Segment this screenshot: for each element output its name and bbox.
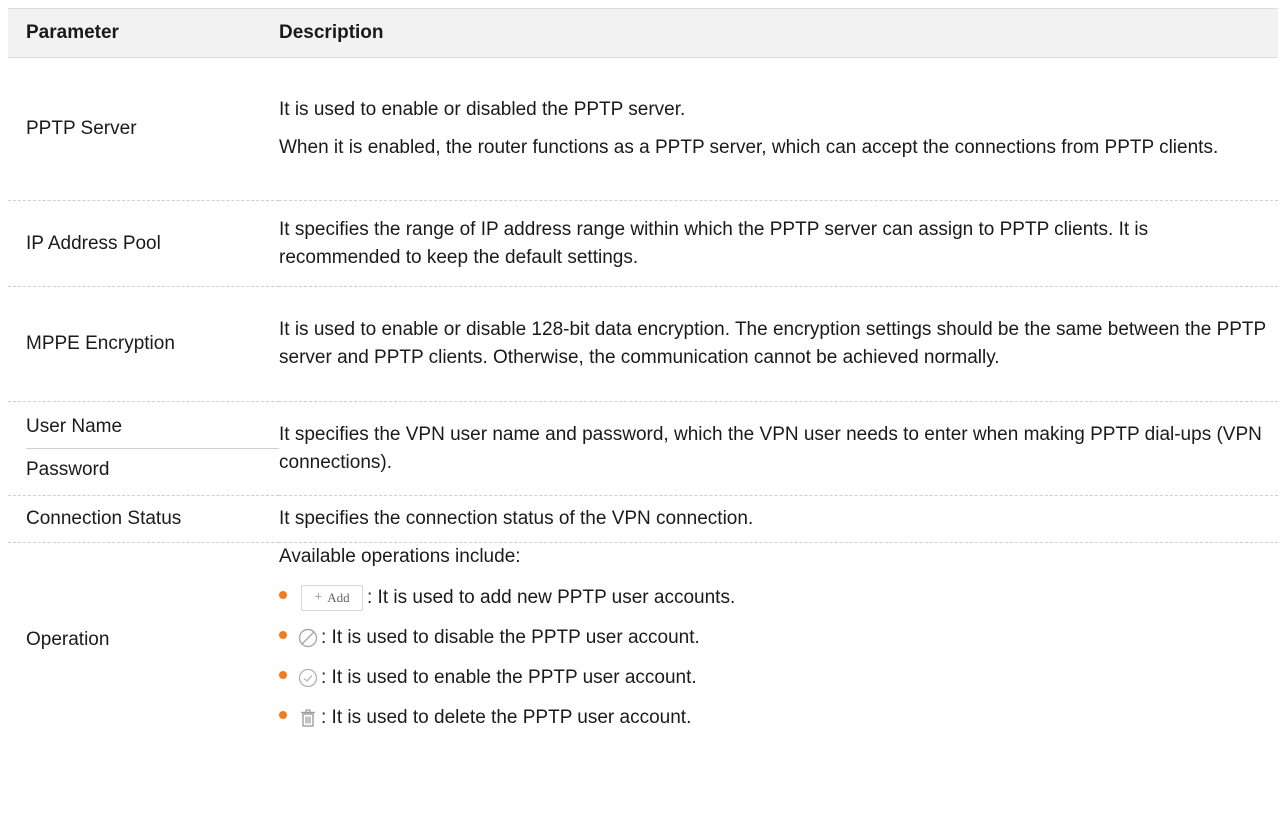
table-row-operation: Operation Available operations include: … (8, 543, 1278, 738)
param-pptp-server: PPTP Server (26, 118, 137, 139)
bullet-icon (279, 591, 287, 599)
list-item: + Add : It is used to add new PPTP user a… (279, 579, 1270, 617)
desc-pptp-server-line2: When it is enabled, the router functions… (279, 137, 1219, 158)
table-row-ip-pool: IP Address Pool It specifies the range o… (8, 201, 1278, 287)
param-user-password: User Name Password (8, 402, 279, 496)
desc-user-password: It specifies the VPN user name and passw… (279, 423, 1262, 473)
header-parameter: Parameter (26, 22, 119, 43)
trash-icon (297, 707, 319, 729)
header-description: Description (279, 22, 384, 43)
table-row-mppe: MPPE Encryption It is used to enable or … (8, 287, 1278, 402)
disable-icon (297, 627, 319, 649)
add-button: + Add (301, 585, 363, 611)
desc-pptp-server-line1: It is used to enable or disabled the PPT… (279, 99, 686, 120)
desc-mppe: It is used to enable or disable 128-bit … (279, 319, 1266, 368)
desc-pptp-server: It is used to enable or disabled the PPT… (279, 58, 1278, 201)
desc-connection-status: It specifies the connection status of th… (279, 508, 754, 529)
table-row-pptp-server: PPTP Server It is used to enable or disa… (8, 58, 1278, 201)
param-connection-status: Connection Status (26, 508, 182, 529)
param-password: Password (26, 459, 110, 480)
bullet-icon (279, 631, 287, 639)
parameter-table: Parameter Description PPTP Server It is … (8, 8, 1278, 737)
table-header-row: Parameter Description (8, 8, 1278, 58)
param-ip-pool: IP Address Pool (26, 232, 161, 254)
plus-icon: + (314, 590, 323, 605)
add-button-label: Add (327, 590, 350, 605)
list-item: : It is used to disable the PPTP user ac… (279, 619, 1270, 657)
operation-intro: Available operations include: (279, 546, 521, 567)
bullet-icon (279, 711, 287, 719)
operation-delete-text: : It is used to delete the PPTP user acc… (321, 707, 692, 728)
table-row-connection-status: Connection Status It specifies the conne… (8, 496, 1278, 543)
desc-operation: Available operations include: + Add : It … (279, 543, 1278, 738)
bullet-icon (279, 671, 287, 679)
table-row-user-password: User Name Password It specifies the VPN … (8, 402, 1278, 496)
operation-disable-text: : It is used to disable the PPTP user ac… (321, 627, 700, 648)
enable-icon (297, 667, 319, 689)
operation-enable-text: : It is used to enable the PPTP user acc… (321, 667, 697, 688)
param-user-name: User Name (26, 406, 279, 449)
desc-ip-pool: It specifies the range of IP address ran… (279, 218, 1149, 268)
operation-add-text: : It is used to add new PPTP user accoun… (367, 587, 736, 608)
param-mppe: MPPE Encryption (26, 333, 175, 354)
list-item: : It is used to delete the PPTP user acc… (279, 699, 1270, 737)
param-operation: Operation (26, 629, 110, 650)
operation-list: + Add : It is used to add new PPTP user a… (279, 579, 1270, 737)
list-item: : It is used to enable the PPTP user acc… (279, 659, 1270, 697)
